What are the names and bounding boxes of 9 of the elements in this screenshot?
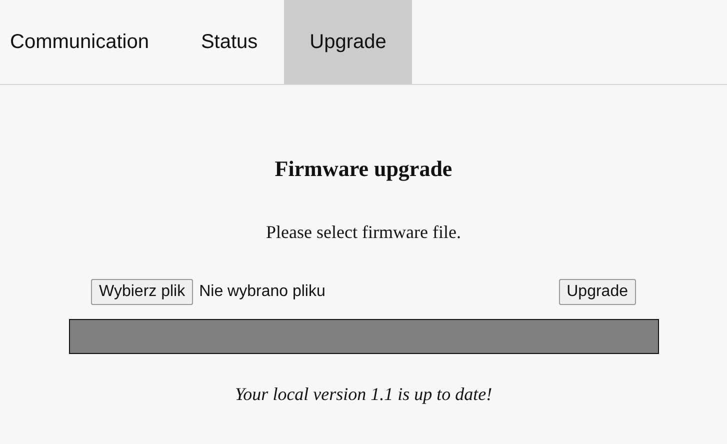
file-status-text: Nie wybrano pliku [199,283,326,301]
section-title: Firmware upgrade [274,156,452,182]
tab[interactable]: Communication [0,0,175,84]
upgrade-button[interactable]: Upgrade [558,279,636,305]
tab[interactable]: Status [174,0,284,84]
instruction-text: Please select firmware file. [266,222,461,243]
tab[interactable]: Upgrade [284,0,412,84]
choose-file-button[interactable]: Wybierz plik [91,279,194,305]
version-message: Your local version 1.1 is up to date! [234,384,492,405]
